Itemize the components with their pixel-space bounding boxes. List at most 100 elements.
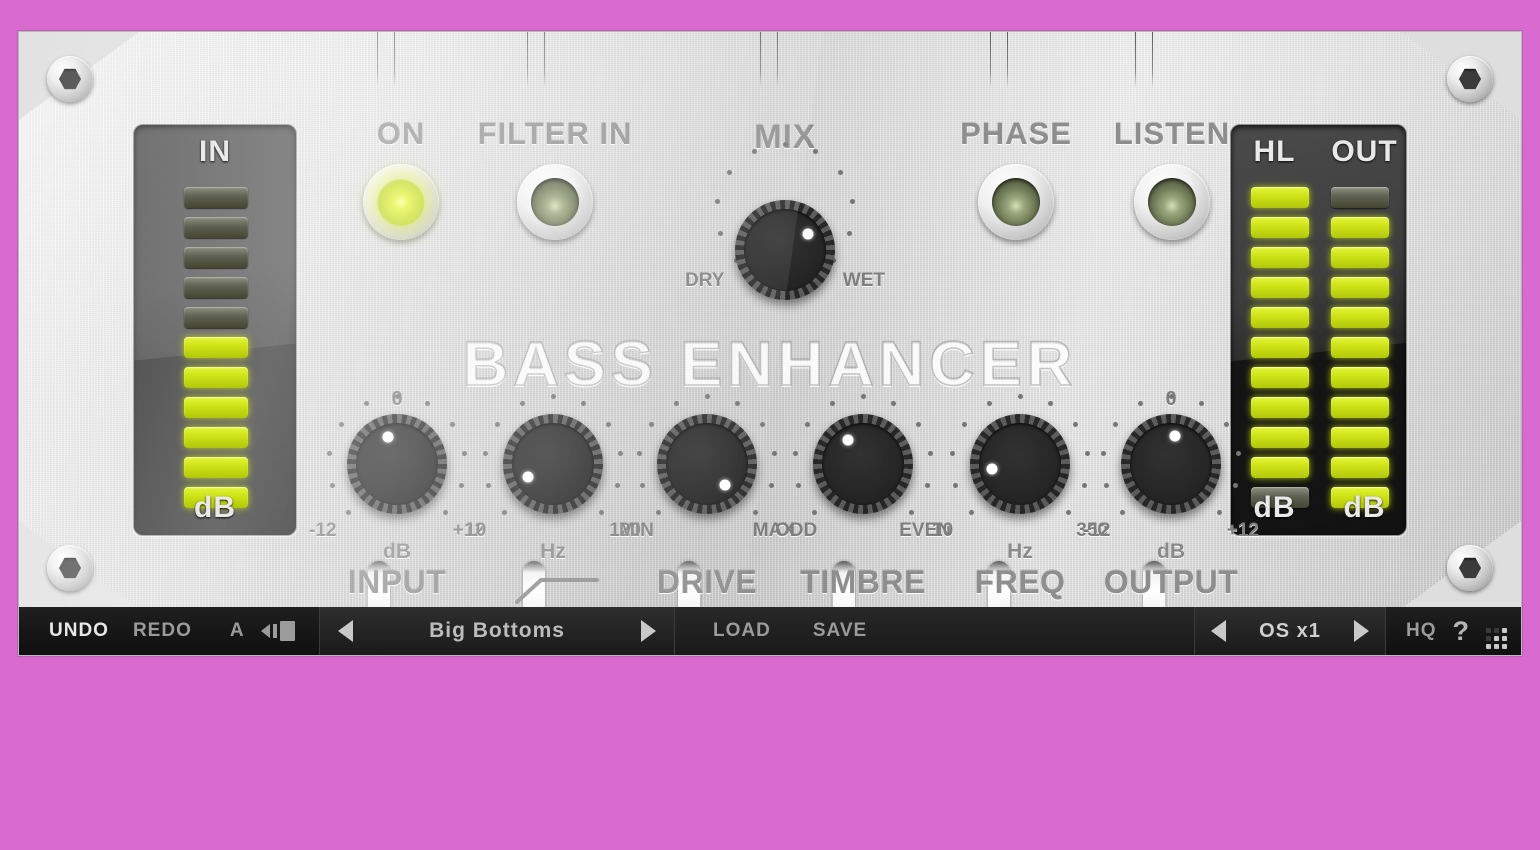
knob-filter-freq-face [512, 423, 594, 505]
knob-freq-unit: Hz [1007, 540, 1033, 563]
knob-tick [1072, 421, 1078, 427]
knob-filter-freq-range: 10 120 [465, 520, 641, 542]
os-value: OS x1 [1259, 619, 1321, 642]
knob-tick [751, 148, 757, 154]
knob-tick [495, 421, 501, 427]
filter-in-lamp-icon [531, 178, 579, 226]
knob-tick [759, 421, 765, 427]
meter-segment [1251, 187, 1309, 208]
preset-selector[interactable]: Big Bottoms [320, 607, 675, 655]
meter-segment [184, 217, 248, 238]
knob-tick [673, 400, 679, 406]
panel-slot-top-1 [374, 32, 400, 88]
knob-drive-dial[interactable] [657, 414, 757, 514]
resize-grip-icon[interactable] [1486, 628, 1507, 649]
knob-tick [1223, 421, 1229, 427]
bottom-toolbar: UNDO REDO A Big Bottoms LOAD SAVE OS x1 … [19, 607, 1521, 655]
toggle-listen-button[interactable] [1134, 164, 1210, 240]
knob-timbre-name: TIMBRE [800, 564, 926, 600]
knob-tick [605, 421, 611, 427]
toggle-on-button[interactable] [363, 164, 439, 240]
knob-tick [952, 482, 958, 488]
toggle-phase-button[interactable] [978, 164, 1054, 240]
meter-segment [1331, 217, 1389, 238]
meter-segment [184, 457, 248, 478]
os-next-button[interactable] [1353, 620, 1369, 642]
output-meter-unit: dB [1343, 491, 1386, 524]
knob-output[interactable]: 0 -12 +12 dB OUTPUT [1083, 388, 1259, 600]
output-meter-label: OUT [1331, 135, 1398, 168]
knob-tick [950, 450, 956, 456]
hq-button[interactable]: HQ [1406, 620, 1437, 642]
knob-tick [1233, 482, 1239, 488]
meter-segment [1331, 427, 1389, 448]
knob-tick [339, 421, 345, 427]
knob-tick [715, 198, 721, 204]
knob-tick [327, 450, 333, 456]
ab-state-button[interactable]: A [218, 620, 257, 642]
knob-tick [860, 393, 866, 399]
load-button[interactable]: LOAD [701, 620, 783, 642]
knob-freq-name: FREQ [974, 564, 1066, 600]
help-button[interactable]: ? [1453, 616, 1471, 647]
knob-timbre-min-label: ODD [775, 520, 818, 541]
knob-freq-min-label: 10 [932, 520, 954, 541]
panel-slot-top-3 [757, 32, 783, 88]
knob-filter-freq[interactable]: 10 120 Hz [465, 392, 641, 604]
meter-segment [1251, 337, 1309, 358]
knob-tick [1216, 509, 1222, 515]
copy-arrow-icon[interactable] [260, 621, 295, 641]
knob-tick [891, 400, 897, 406]
meter-segment [184, 247, 248, 268]
meter-segment [1251, 217, 1309, 238]
knob-filter-freq-dial[interactable] [503, 414, 603, 514]
undo-button[interactable]: UNDO [37, 620, 121, 642]
knob-tick [550, 393, 556, 399]
save-button[interactable]: SAVE [801, 620, 879, 642]
meter-segment [184, 427, 248, 448]
meter-segment [1251, 307, 1309, 328]
knob-tick [962, 421, 968, 427]
meter-segment [1251, 397, 1309, 418]
knob-tick [925, 482, 931, 488]
knob-tick [812, 509, 818, 515]
oversampling-selector[interactable]: OS x1 [1195, 607, 1385, 655]
os-prev-button[interactable] [1211, 620, 1226, 642]
knob-timbre-dial[interactable] [813, 414, 913, 514]
knob-mix-range: DRY WET [685, 270, 885, 292]
panel-slot-top-2 [524, 32, 550, 88]
preset-next-button[interactable] [641, 620, 657, 642]
knob-tick [637, 450, 643, 456]
knob-tick [847, 230, 853, 236]
toggle-filter-in[interactable]: FILTER IN [455, 116, 655, 240]
knob-tick [346, 509, 352, 515]
meter-segment [184, 337, 248, 358]
preset-io-section: LOAD SAVE [675, 607, 1194, 655]
knob-mix[interactable]: MIX DRY WET [685, 118, 885, 300]
knob-tick [502, 509, 508, 515]
knob-output-unit: dB [1157, 540, 1185, 563]
knob-tick [581, 400, 587, 406]
meter-segment [1331, 187, 1389, 208]
knob-input[interactable]: 0 -12 +12 dB INPUT [309, 388, 485, 600]
knob-tick [1137, 400, 1143, 406]
knob-freq-dial[interactable] [970, 414, 1070, 514]
knob-output-dial[interactable] [1121, 414, 1221, 514]
knob-tick [329, 482, 335, 488]
knob-tick [483, 450, 489, 456]
knob-tick [442, 509, 448, 515]
input-meter-leds [184, 187, 248, 517]
knob-freq[interactable]: 10 350 Hz FREQ [932, 392, 1108, 600]
knob-input-dial[interactable] [347, 414, 447, 514]
panel-slot-bottom-2 [523, 561, 545, 609]
knob-tick [1048, 400, 1054, 406]
knob-output-min-label: -12 [1083, 520, 1111, 541]
knob-timbre[interactable]: ODD EVEN TIMBRE [775, 392, 951, 600]
toolbar-right-section: HQ ? [1386, 607, 1521, 655]
toggle-filter-in-button[interactable] [517, 164, 593, 240]
knob-drive[interactable]: MIN MAX DRIVE [619, 392, 795, 600]
redo-button[interactable]: REDO [121, 620, 204, 642]
meter-segment [1331, 457, 1389, 478]
preset-prev-button[interactable] [338, 620, 353, 642]
knob-tick [449, 421, 455, 427]
